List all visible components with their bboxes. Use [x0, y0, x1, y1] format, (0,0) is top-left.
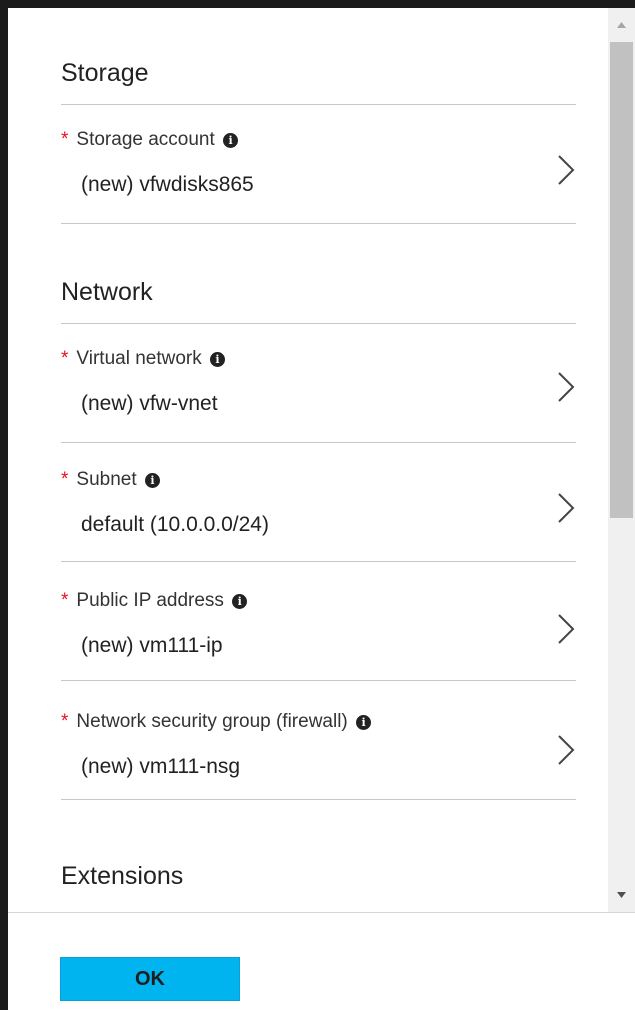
- ok-button[interactable]: OK: [60, 957, 240, 1001]
- field-label: * Virtual network i: [61, 348, 226, 370]
- field-value: (new) vfw-vnet: [81, 392, 218, 415]
- field-value: default (10.0.0.0/24): [81, 513, 269, 536]
- field-value: (new) vm111-nsg: [81, 755, 241, 778]
- arrow-down-icon[interactable]: [608, 878, 635, 912]
- field-label-text: Subnet: [76, 469, 137, 490]
- required-marker: *: [61, 469, 69, 490]
- field-label-text: Network security group (firewall): [76, 711, 348, 732]
- field-label: * Subnet i: [61, 469, 160, 491]
- window-frame-left: [0, 0, 8, 1010]
- field-network-security-group[interactable]: * Network security group (firewall) i (ne…: [61, 681, 576, 800]
- field-value: (new) vm111-ip: [81, 634, 223, 657]
- field-public-ip-address[interactable]: * Public IP address i (new) vm111-ip: [61, 562, 576, 681]
- field-divider: [61, 223, 576, 224]
- required-marker: *: [61, 129, 69, 150]
- window-frame-top: [0, 0, 635, 8]
- field-label: * Storage account i: [61, 129, 239, 151]
- field-divider: [61, 799, 576, 800]
- arrow-up-icon[interactable]: [608, 8, 635, 42]
- required-marker: *: [61, 348, 69, 369]
- field-label: * Public IP address i: [61, 590, 248, 612]
- scroll-thumb[interactable]: [610, 42, 633, 518]
- info-icon[interactable]: i: [210, 352, 226, 367]
- required-marker: *: [61, 711, 69, 732]
- field-label-text: Virtual network: [76, 348, 202, 369]
- chevron-right-icon: [558, 614, 575, 644]
- section-title-extensions: Extensions: [61, 862, 184, 884]
- field-storage-account[interactable]: * Storage account i (new) vfwdisks865: [61, 105, 576, 224]
- chevron-right-icon: [558, 493, 575, 523]
- section-title-network: Network: [61, 278, 153, 306]
- field-label-text: Public IP address: [76, 590, 224, 611]
- field-subnet[interactable]: * Subnet i default (10.0.0.0/24): [61, 443, 576, 562]
- vertical-scrollbar[interactable]: [608, 8, 635, 912]
- chevron-right-icon: [558, 155, 575, 185]
- info-icon[interactable]: i: [356, 715, 372, 730]
- field-value: (new) vfwdisks865: [81, 173, 254, 196]
- chevron-right-icon: [558, 372, 575, 402]
- footer-divider: [8, 912, 635, 913]
- settings-blade-content: Storage * Storage account i (new) vfwdisk…: [8, 8, 608, 884]
- chevron-right-icon: [558, 735, 575, 765]
- info-icon[interactable]: i: [223, 133, 239, 148]
- field-label-text: Storage account: [76, 129, 215, 150]
- required-marker: *: [61, 590, 69, 611]
- info-icon[interactable]: i: [144, 473, 160, 488]
- field-virtual-network[interactable]: * Virtual network i (new) vfw-vnet: [61, 324, 576, 443]
- section-title-storage: Storage: [61, 59, 149, 87]
- info-icon[interactable]: i: [232, 594, 248, 609]
- field-label: * Network security group (firewall) i: [61, 711, 372, 733]
